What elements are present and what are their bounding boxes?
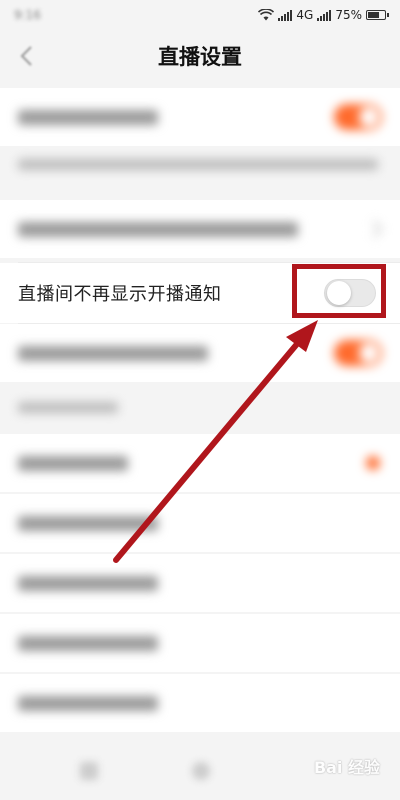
watermark: Bai 经验 <box>313 758 380 777</box>
annotation-arrow <box>113 320 318 563</box>
